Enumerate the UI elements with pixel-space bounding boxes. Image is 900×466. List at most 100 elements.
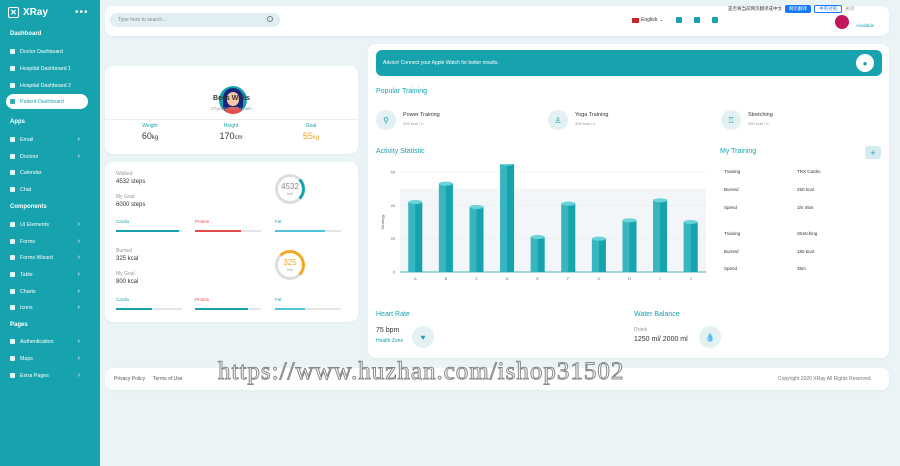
table-icon <box>10 272 15 277</box>
water-balance-value: 1250 ml/ 2000 ml <box>634 336 688 343</box>
language-select[interactable]: English ⌄ <box>632 17 664 23</box>
bar-cap <box>683 220 698 224</box>
training-kcal: 395 kcal / h <box>575 121 596 126</box>
chevron-right-icon: › <box>77 136 80 143</box>
copyright-text: Copyright 2020 XRay All Rights Reserved. <box>778 376 872 382</box>
steps-goal-label: My Goal <box>116 194 135 200</box>
sidebar-item-label: Hospital Dashboard 2 <box>20 82 71 89</box>
sidebar-item-label: Email <box>20 136 34 143</box>
mail-icon[interactable] <box>711 17 718 23</box>
notification-icon[interactable] <box>693 17 700 23</box>
sidebar-item-label: Chat <box>20 186 32 193</box>
yoga-icon: ♙ <box>548 110 568 130</box>
height-value: 170cm <box>219 131 243 141</box>
sidebar-item-charts[interactable]: Charts › <box>6 284 88 299</box>
watermark: https://www.huzhan.com/ishop31502 <box>217 358 625 386</box>
language-label: English <box>641 17 658 23</box>
sidebar-item-chat[interactable]: Chat <box>6 182 88 197</box>
training-key: Training <box>724 231 741 236</box>
heart-rate-zone: Health Zone <box>376 338 404 344</box>
calorie-goal-label: My Goal <box>116 271 135 277</box>
protein-label: Protein <box>195 297 210 302</box>
bar-highlight <box>500 164 508 272</box>
calorie-goal-value: 800 kcal <box>116 279 139 285</box>
heart-rate-title: Heart Rate <box>376 311 410 318</box>
sidebar-item-icons[interactable]: Icons › <box>6 300 88 315</box>
add-training-button[interactable]: + <box>865 146 881 159</box>
y-tick-label: 60 <box>391 170 396 175</box>
water-drop-icon: 💧 <box>699 326 721 348</box>
training-kcal: 395 kcal / h <box>748 121 769 126</box>
bar-cap <box>561 201 576 206</box>
sidebar-menu-icon[interactable]: ••• <box>75 7 89 18</box>
search-icon[interactable] <box>267 16 273 22</box>
hospital-icon <box>10 83 15 88</box>
training-name[interactable]: Power Training <box>403 112 440 118</box>
app-title: XRay <box>23 7 49 18</box>
steps-ring-unit: left <box>287 191 293 196</box>
bar-highlight <box>530 237 538 272</box>
chevron-right-icon: › <box>77 254 80 261</box>
section-pages: Pages <box>10 322 28 328</box>
sidebar-item-label: Table <box>20 271 33 278</box>
privacy-policy-link[interactable]: Privacy Policy <box>114 376 145 382</box>
dumbbell-icon: ⚲ <box>376 110 396 130</box>
chevron-right-icon: › <box>77 288 80 295</box>
walked-value: 4532 steps <box>116 179 146 185</box>
x-tick-label: F <box>567 276 570 281</box>
x-tick-label: A <box>414 276 417 281</box>
steps-goal-value: 6000 steps <box>116 202 146 208</box>
sidebar-item-email[interactable]: Email › <box>6 132 88 147</box>
steps-ring-value: 4532 <box>281 182 299 191</box>
app-logo[interactable]: ✕ XRay <box>8 7 48 18</box>
chevron-right-icon: › <box>77 372 80 379</box>
protein-label: Protein <box>195 219 210 224</box>
training-key: Burned <box>724 249 739 254</box>
sidebar-item-label: Hospital Dashboard 1 <box>20 65 71 72</box>
fullscreen-icon[interactable] <box>675 17 682 23</box>
microphone-icon[interactable]: ● <box>856 54 874 72</box>
y-tick-label: 0 <box>393 270 396 275</box>
sidebar-item-label: Icons <box>20 304 33 311</box>
advice-text: Advice! Connect your Apple Watch for bet… <box>383 60 499 66</box>
translate-button[interactable]: 网页翻译 <box>785 5 811 13</box>
pages-icon <box>10 373 15 378</box>
translate-close-button[interactable]: 关闭 <box>845 6 854 12</box>
training-name[interactable]: Yoga Training <box>575 112 608 118</box>
bar-highlight <box>408 202 416 272</box>
sidebar-item-hospital-dashboard-1[interactable]: Hospital Dashboard 1 <box>6 61 88 76</box>
patient-name: Bess Willis <box>213 95 250 102</box>
sidebar-item-authentication[interactable]: Authentication › <box>6 334 88 349</box>
training-value: TRX Cardio <box>797 169 821 174</box>
terms-of-use-link[interactable]: Terms of Use <box>153 376 182 382</box>
sidebar-item-table[interactable]: Table › <box>6 267 88 282</box>
user-avatar[interactable] <box>835 15 849 29</box>
sidebar-item-label: Forms Wizard <box>20 254 53 261</box>
sidebar-item-doctors[interactable]: Doctors › <box>6 149 88 164</box>
training-name[interactable]: Stretching <box>748 112 773 118</box>
sidebar-item-maps[interactable]: Maps › <box>6 351 88 366</box>
charts-icon <box>10 289 15 294</box>
x-tick-label: E <box>536 276 539 281</box>
bilingual-button[interactable]: 中英对照 <box>814 5 842 13</box>
calories-ring-value: 325 <box>283 258 297 267</box>
sidebar-item-extra-pages[interactable]: Extra Pages › <box>6 368 88 383</box>
sidebar-item-doctor-dashboard[interactable]: Doctor Dashboard <box>6 44 88 59</box>
sidebar-item-forms[interactable]: Forms › <box>6 234 88 249</box>
bar-cap <box>591 236 606 241</box>
training-value: 35m <box>797 266 806 271</box>
sidebar-item-label: Extra Pages <box>20 372 49 379</box>
training-value: 180 kcal <box>797 249 814 254</box>
email-icon <box>10 137 15 142</box>
sidebar-item-patient-dashboard[interactable]: Patient Dashboard <box>6 94 88 109</box>
protein-bar <box>195 230 261 232</box>
sidebar-item-hospital-dashboard-2[interactable]: Hospital Dashboard 2 <box>6 78 88 93</box>
training-value: 1hr 45m <box>797 205 814 210</box>
sidebar-item-label: Doctors <box>20 153 39 160</box>
sidebar-item-ui-elements[interactable]: UI Elements › <box>6 217 88 232</box>
activity-statistic-title: Activity Statistic <box>376 148 425 155</box>
sidebar-item-calendar[interactable]: Calendar <box>6 165 88 180</box>
sidebar-item-forms-wizard[interactable]: Forms Wizard › <box>6 250 88 265</box>
y-tick-label: 20 <box>391 236 396 241</box>
search-input[interactable]: Type here to search... <box>110 13 280 27</box>
